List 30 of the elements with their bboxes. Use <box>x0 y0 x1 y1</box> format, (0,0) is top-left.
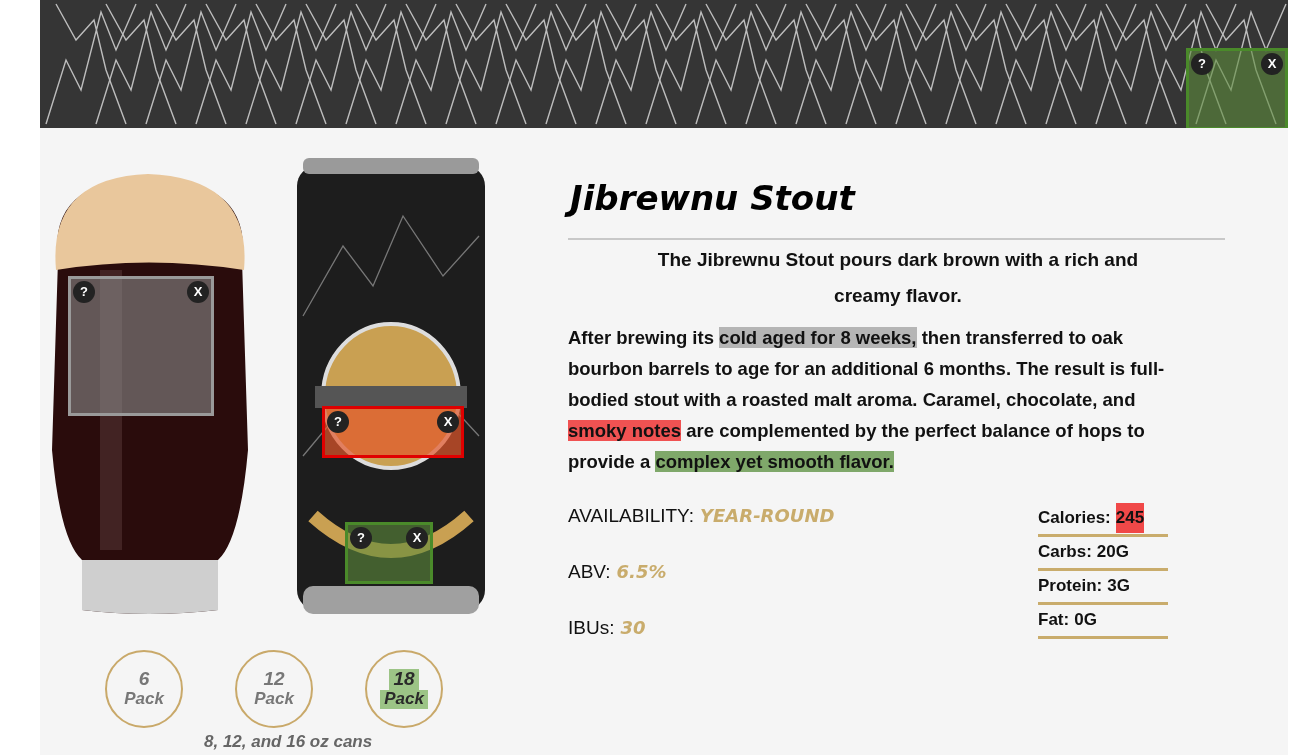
stat-label: AVAILABILITY: <box>568 504 695 528</box>
nutrition-label: Carbs: <box>1038 541 1092 563</box>
pack-label: Pack <box>123 690 166 709</box>
help-button[interactable]: ? <box>1191 53 1213 75</box>
pack-number: 6 <box>137 669 151 691</box>
beer-description: After brewing its cold aged for 8 weeks, then transferred to oak bourbon barrels to age for an additional 6 months. The result is full-bodied stout with a roasted malt aroma. Caramel, chocolate, and smoky notes are complemented by the perfect balance of hops to provide a complex yet smooth flavor. <box>568 326 1166 474</box>
pack-option[interactable]: 6 Pack <box>105 650 183 728</box>
close-button[interactable]: X <box>437 411 459 433</box>
stat-label: ABV: <box>568 560 611 584</box>
help-button[interactable]: ? <box>327 411 349 433</box>
stat-value: 30 <box>620 616 646 640</box>
nutrition-value: 245 <box>1115 503 1145 533</box>
nutrition-label: Protein: <box>1038 575 1103 597</box>
beer-subtitle: The Jibrewnu Stout pours dark brown with a rich and creamy flavor. <box>656 248 1140 308</box>
nutrition-label: Calories: <box>1038 507 1111 529</box>
stat-value: YEAR-ROUND <box>700 504 835 528</box>
close-button[interactable]: X <box>1261 53 1283 75</box>
pack-label: Pack <box>380 690 428 709</box>
stat-label: IBUs: <box>568 616 615 640</box>
nutrition-label: Fat: <box>1038 609 1070 631</box>
pack-option[interactable]: 18 Pack <box>365 650 443 728</box>
pack-number: 12 <box>262 669 286 691</box>
pack-option[interactable]: 12 Pack <box>235 650 313 728</box>
nutrition-value: 3G <box>1107 575 1130 597</box>
pack-label: Pack <box>253 690 296 709</box>
nutrition-value: 20G <box>1096 541 1129 563</box>
stat-value: 6.5% <box>616 560 667 584</box>
pack-number: 18 <box>389 669 419 691</box>
pack-caption: 8, 12, and 16 oz cans <box>204 731 374 753</box>
nutrition-value: 0G <box>1074 609 1097 631</box>
